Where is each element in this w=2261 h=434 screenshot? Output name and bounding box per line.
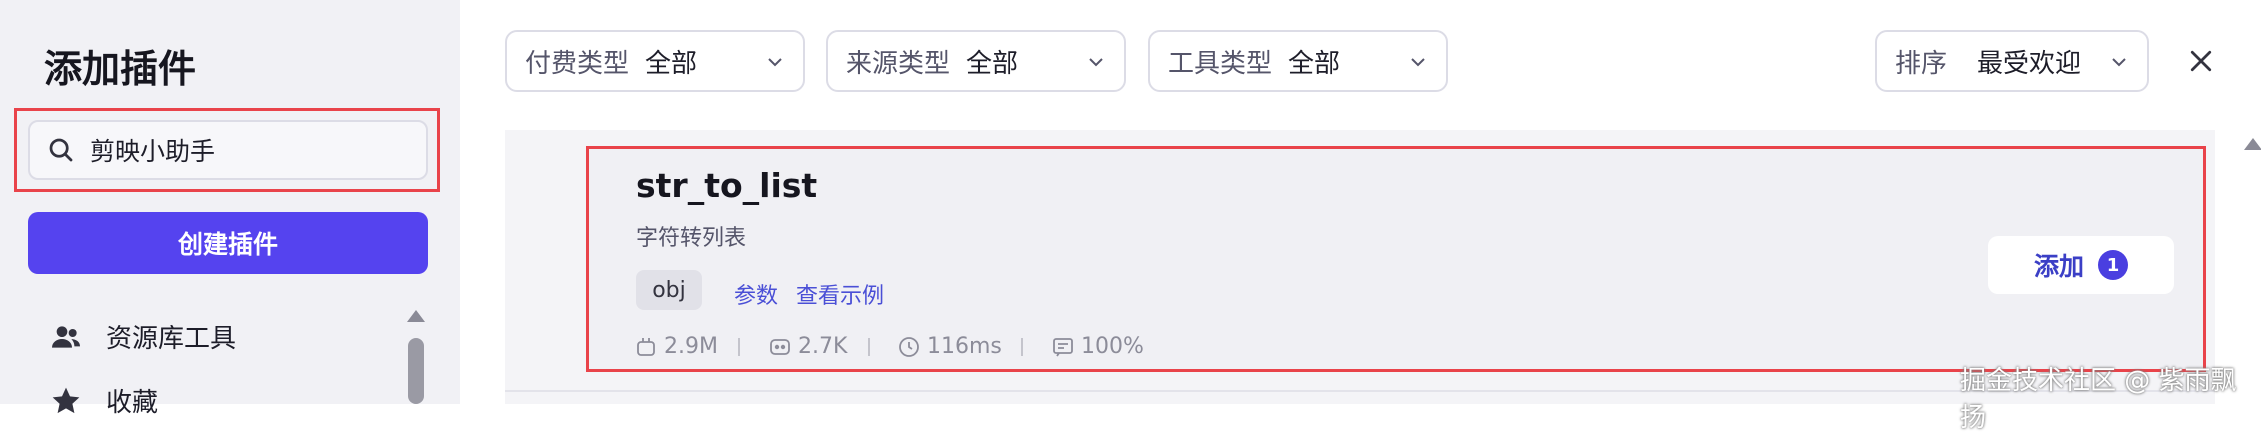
filter-source-type[interactable]: 来源类型 全部 — [826, 30, 1126, 92]
add-button-label: 添加 — [2033, 252, 2084, 281]
filter-value: 全部 — [645, 48, 698, 79]
scroll-up-arrow[interactable] — [407, 310, 425, 322]
filter-label: 付费类型 — [525, 48, 630, 79]
filter-tool-type[interactable]: 工具类型 全部 — [1148, 30, 1448, 92]
sidebar-item-library-tools[interactable]: 资源库工具 — [50, 318, 236, 355]
view-example-link[interactable]: 查看示例 — [796, 278, 884, 310]
filter-pay-type[interactable]: 付费类型 全部 — [505, 30, 805, 92]
add-plugin-button[interactable]: 添加 1 — [1988, 236, 2174, 294]
close-icon[interactable] — [2186, 46, 2216, 76]
sort-label: 排序 — [1895, 48, 1948, 79]
sidebar-item-label: 资源库工具 — [106, 324, 237, 354]
filter-value: 全部 — [966, 48, 1019, 79]
star-icon — [52, 387, 80, 413]
sidebar: 添加插件 剪映小助手 创建插件 资源库工具 收藏 — [0, 0, 460, 418]
bot-icon — [770, 338, 790, 355]
stat-value: 116ms — [927, 334, 1002, 359]
list-divider — [505, 390, 2215, 392]
rate-icon — [1053, 337, 1073, 356]
chevron-down-icon — [2112, 58, 2126, 67]
stat-value: 2.7K — [798, 334, 848, 359]
stat-bots: 2.7K — [768, 334, 847, 359]
stat-separator — [738, 338, 740, 356]
filter-value: 全部 — [1288, 48, 1341, 79]
sidebar-item-favorites[interactable]: 收藏 — [50, 382, 158, 419]
scroll-up-arrow[interactable] — [2244, 138, 2261, 150]
chevron-down-icon — [768, 58, 782, 67]
stat-usage: 2.9M — [634, 334, 718, 359]
stat-separator — [868, 338, 870, 356]
add-count-badge: 1 — [2098, 250, 2128, 280]
clock-icon — [899, 336, 919, 357]
sidebar-title: 添加插件 — [44, 47, 197, 91]
chevron-down-icon — [1411, 58, 1425, 67]
filter-label: 来源类型 — [846, 48, 951, 79]
plugin-description: 字符转列表 — [636, 226, 747, 251]
stat-value: 100% — [1081, 334, 1144, 359]
stat-latency: 116ms — [897, 334, 1002, 359]
people-icon — [52, 325, 80, 348]
params-link[interactable]: 参数 — [734, 278, 778, 310]
scrollbar-thumb[interactable] — [408, 338, 424, 404]
search-icon — [49, 138, 73, 162]
plugin-title: str_to_list — [636, 166, 818, 205]
stat-success-rate: 100% — [1051, 334, 1144, 359]
plugin-icon — [637, 337, 655, 356]
watermark: 掘金技术社区 @ 紫雨飘扬 — [1960, 366, 2237, 433]
stat-value: 2.9M — [664, 334, 718, 359]
search-input[interactable]: 剪映小助手 — [28, 120, 428, 180]
sidebar-item-label: 收藏 — [106, 388, 159, 418]
filter-label: 工具类型 — [1168, 48, 1273, 79]
sort-value: 最受欢迎 — [1977, 48, 2082, 79]
param-type-tag: obj — [636, 270, 702, 310]
stat-separator — [1021, 338, 1023, 356]
sort-select[interactable]: 排序 最受欢迎 — [1875, 30, 2149, 92]
chevron-down-icon — [1089, 58, 1103, 67]
search-value: 剪映小助手 — [90, 137, 216, 166]
create-plugin-button[interactable]: 创建插件 — [28, 212, 428, 274]
